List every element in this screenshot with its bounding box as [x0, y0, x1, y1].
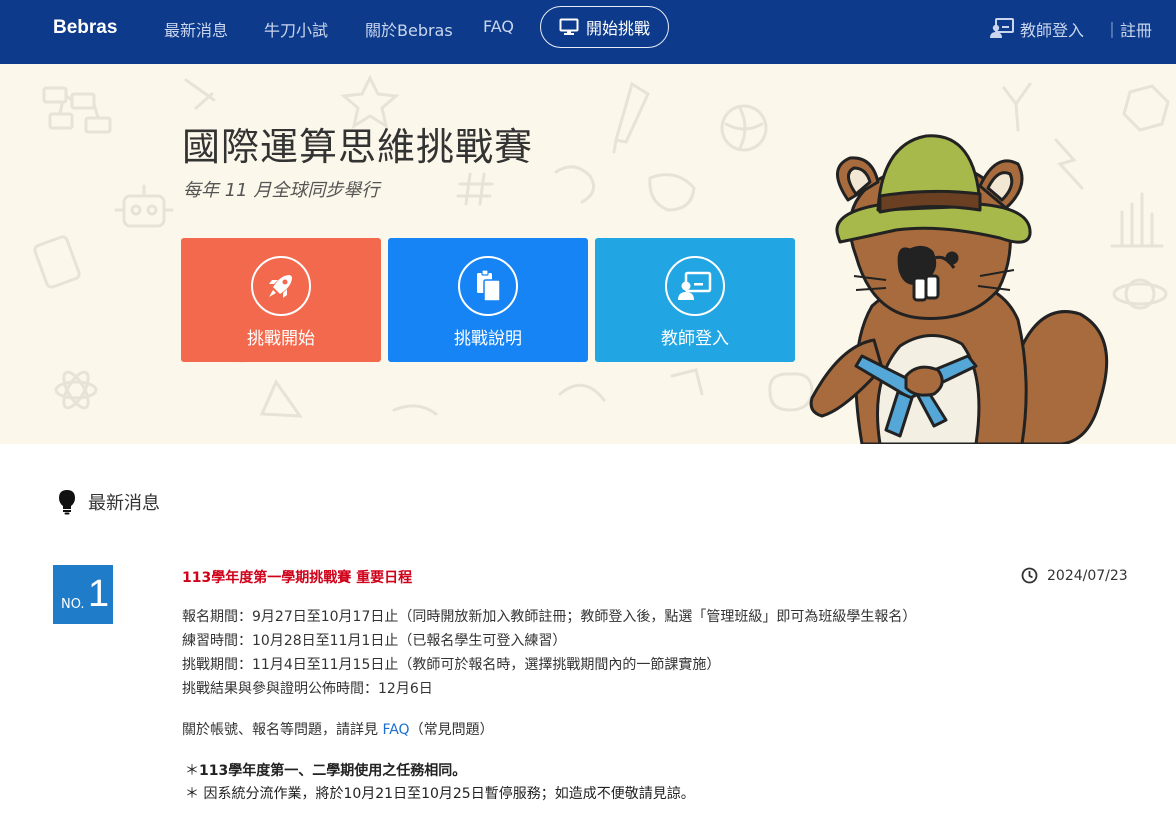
news-faq-prefix: 關於帳號、報名等問題，請詳見 [182, 722, 383, 738]
news-item-date-text: 2024/07/23 [1047, 567, 1128, 584]
brand-logo[interactable]: Bebras [53, 17, 117, 39]
nav-teacher-login[interactable]: 教師登入 [1020, 17, 1084, 41]
challenge-guide-card-label: 挑戰說明 [454, 329, 522, 349]
beaver-mascot-image [809, 134, 1109, 444]
hero-banner: 國際運算思維挑戰賽 每年 11 月全球同步舉行 挑戰開始 挑戰說明 教師登入 [0, 64, 1176, 444]
news-item-date: 2024/07/23 [1021, 567, 1128, 584]
nav-register[interactable]: ｜註冊 [1104, 17, 1152, 41]
teacher-icon [665, 256, 725, 316]
news-section-heading: 最新消息 [58, 489, 160, 515]
teacher-icon [990, 18, 1014, 38]
hero-title: 國際運算思維挑戰賽 [182, 125, 534, 169]
monitor-icon [559, 18, 579, 35]
nav-link-practice[interactable]: 牛刀小試 [264, 17, 328, 41]
news-line-registration: 報名期間：9月27日至10月17日止（同時開放新加入教師註冊；教師登入後，點選「… [182, 609, 917, 625]
faq-link[interactable]: FAQ [382, 722, 409, 738]
rocket-icon [251, 256, 311, 316]
note-tasks-text: 113學年度第一、二學期使用之任務相同。 [199, 763, 467, 779]
start-challenge-card[interactable]: 挑戰開始 [181, 238, 381, 362]
news-faq-line: 關於帳號、報名等問題，請詳見 FAQ（常見問題） [182, 719, 494, 739]
news-note-tasks: ＊113學年度第一、二學期使用之任務相同。 [185, 760, 466, 780]
lightbulb-icon [59, 490, 75, 515]
clipboard-icon [458, 256, 518, 316]
news-number-badge: NO. 1 [53, 565, 113, 624]
nav-link-about[interactable]: 關於Bebras [365, 17, 453, 41]
start-challenge-label: 開始挑戰 [585, 19, 650, 38]
clock-icon [1021, 567, 1038, 584]
news-number-prefix: NO. [61, 597, 85, 612]
start-challenge-card-label: 挑戰開始 [247, 329, 315, 349]
start-challenge-button[interactable]: 開始挑戰 [540, 6, 669, 48]
news-item-title[interactable]: 113學年度第一學期挑戰賽 重要日程 [182, 567, 412, 587]
news-line-practice: 練習時間：10月28日至11月1日止（已報名學生可登入練習） [182, 633, 567, 649]
news-section-title: 最新消息 [88, 493, 160, 514]
news-line-challenge: 挑戰期間：11月4日至11月15日止（教師可於報名時，選擇挑戰期間內的一節課實施… [182, 657, 721, 673]
news-note-maintenance: ＊ 因系統分流作業，將於10月21日至10月25日暫停服務；如造成不便敬請見諒。 [185, 786, 695, 802]
hero-subtitle: 每年 11 月全球同步舉行 [183, 180, 380, 201]
top-navbar: Bebras 最新消息 牛刀小試 關於Bebras FAQ 開始挑戰 教師登入 … [0, 0, 1176, 64]
news-line-results: 挑戰結果與參與證明公佈時間：12月6日 [182, 681, 433, 697]
teacher-login-card[interactable]: 教師登入 [595, 238, 795, 362]
nav-link-faq[interactable]: FAQ [483, 17, 514, 36]
news-faq-suffix: （常見問題） [409, 722, 494, 738]
note-star: ＊ [185, 763, 199, 779]
nav-link-news[interactable]: 最新消息 [164, 17, 228, 41]
challenge-guide-card[interactable]: 挑戰說明 [388, 238, 588, 362]
news-number-value: 1 [88, 573, 110, 615]
teacher-login-card-label: 教師登入 [661, 329, 729, 349]
